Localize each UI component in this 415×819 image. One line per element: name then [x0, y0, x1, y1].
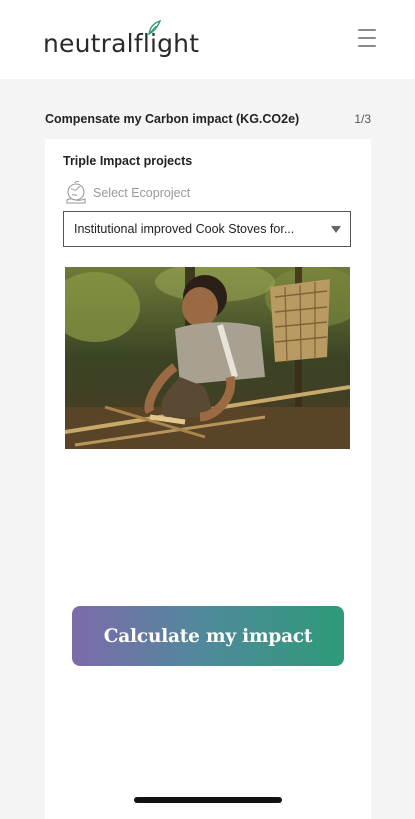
neutralflight-logo[interactable]: neutralflight	[43, 20, 199, 60]
section-title: Compensate my Carbon impact (KG.CO2e)	[45, 112, 300, 126]
ecoproject-dropdown[interactable]: Institutional improved Cook Stoves for..…	[63, 211, 351, 247]
step-indicator: 1/3	[354, 112, 371, 126]
select-ecoproject-prompt: Select Ecoproject	[63, 180, 190, 206]
calculate-impact-button[interactable]: Calculate my impact	[72, 606, 344, 666]
card-label: Triple Impact projects	[63, 154, 193, 168]
globe-hand-icon	[66, 180, 86, 204]
chevron-down-icon	[331, 226, 341, 233]
ecoproject-photo	[65, 267, 350, 449]
app-header: neutralflight	[0, 0, 415, 79]
logo-leaf-icon	[148, 20, 161, 36]
section-header: Compensate my Carbon impact (KG.CO2e) 1/…	[45, 110, 371, 128]
ecoproject-card: Triple Impact projects Select Ecoproject…	[45, 139, 371, 819]
select-ecoproject-label: Select Ecoproject	[93, 186, 191, 200]
logo-text: neutralflight	[43, 29, 200, 58]
hamburger-menu-icon[interactable]	[354, 26, 380, 50]
ecoproject-selected-value: Institutional improved Cook Stoves for..…	[74, 222, 295, 236]
home-indicator[interactable]	[134, 797, 282, 803]
ecoproject-image	[65, 267, 350, 449]
